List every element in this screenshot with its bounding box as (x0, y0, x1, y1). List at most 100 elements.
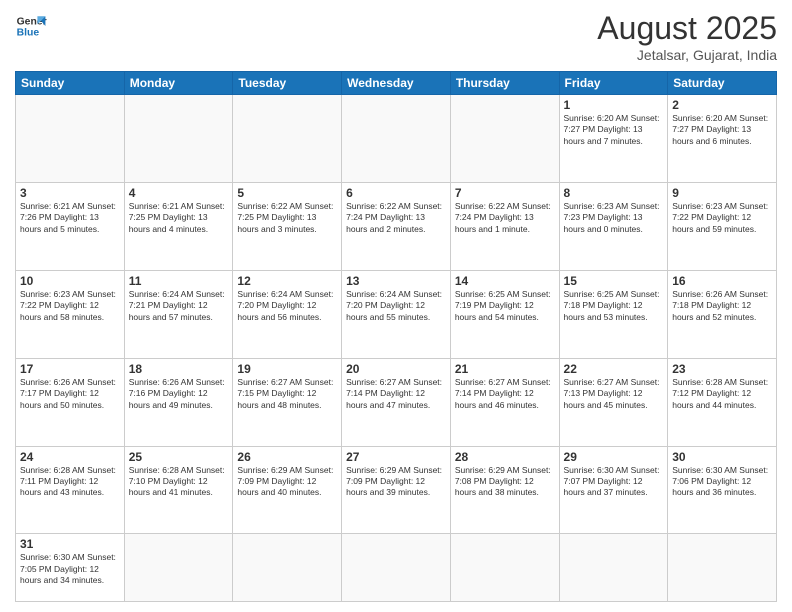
week-row-3: 17Sunrise: 6:26 AM Sunset: 7:17 PM Dayli… (16, 358, 777, 446)
calendar-cell: 12Sunrise: 6:24 AM Sunset: 7:20 PM Dayli… (233, 270, 342, 358)
calendar-cell: 18Sunrise: 6:26 AM Sunset: 7:16 PM Dayli… (124, 358, 233, 446)
day-of-week-friday: Friday (559, 72, 668, 95)
calendar-cell: 13Sunrise: 6:24 AM Sunset: 7:20 PM Dayli… (342, 270, 451, 358)
calendar-cell (16, 95, 125, 183)
day-number: 4 (129, 186, 229, 200)
svg-text:Blue: Blue (17, 28, 40, 39)
day-info: Sunrise: 6:29 AM Sunset: 7:09 PM Dayligh… (346, 465, 446, 499)
day-number: 16 (672, 274, 772, 288)
day-number: 8 (564, 186, 664, 200)
calendar-cell (450, 95, 559, 183)
day-number: 13 (346, 274, 446, 288)
calendar-cell: 27Sunrise: 6:29 AM Sunset: 7:09 PM Dayli… (342, 446, 451, 534)
day-info: Sunrise: 6:25 AM Sunset: 7:19 PM Dayligh… (455, 289, 555, 323)
calendar-cell: 14Sunrise: 6:25 AM Sunset: 7:19 PM Dayli… (450, 270, 559, 358)
calendar-cell: 25Sunrise: 6:28 AM Sunset: 7:10 PM Dayli… (124, 446, 233, 534)
day-of-week-thursday: Thursday (450, 72, 559, 95)
day-info: Sunrise: 6:28 AM Sunset: 7:10 PM Dayligh… (129, 465, 229, 499)
calendar-cell: 9Sunrise: 6:23 AM Sunset: 7:22 PM Daylig… (668, 182, 777, 270)
calendar-cell: 22Sunrise: 6:27 AM Sunset: 7:13 PM Dayli… (559, 358, 668, 446)
day-number: 12 (237, 274, 337, 288)
day-number: 20 (346, 362, 446, 376)
calendar-cell (124, 534, 233, 602)
calendar-cell (559, 534, 668, 602)
day-info: Sunrise: 6:30 AM Sunset: 7:05 PM Dayligh… (20, 552, 120, 586)
week-row-4: 24Sunrise: 6:28 AM Sunset: 7:11 PM Dayli… (16, 446, 777, 534)
day-info: Sunrise: 6:27 AM Sunset: 7:14 PM Dayligh… (455, 377, 555, 411)
calendar-cell: 21Sunrise: 6:27 AM Sunset: 7:14 PM Dayli… (450, 358, 559, 446)
header: General Blue August 2025 Jetalsar, Gujar… (15, 10, 777, 63)
day-info: Sunrise: 6:29 AM Sunset: 7:09 PM Dayligh… (237, 465, 337, 499)
day-info: Sunrise: 6:30 AM Sunset: 7:06 PM Dayligh… (672, 465, 772, 499)
day-info: Sunrise: 6:23 AM Sunset: 7:22 PM Dayligh… (672, 201, 772, 235)
day-number: 2 (672, 98, 772, 112)
day-number: 18 (129, 362, 229, 376)
day-info: Sunrise: 6:26 AM Sunset: 7:16 PM Dayligh… (129, 377, 229, 411)
day-of-week-sunday: Sunday (16, 72, 125, 95)
day-info: Sunrise: 6:20 AM Sunset: 7:27 PM Dayligh… (564, 113, 664, 147)
day-number: 24 (20, 450, 120, 464)
day-info: Sunrise: 6:26 AM Sunset: 7:18 PM Dayligh… (672, 289, 772, 323)
day-number: 15 (564, 274, 664, 288)
day-number: 6 (346, 186, 446, 200)
page: General Blue August 2025 Jetalsar, Gujar… (0, 0, 792, 612)
week-row-5: 31Sunrise: 6:30 AM Sunset: 7:05 PM Dayli… (16, 534, 777, 602)
day-number: 9 (672, 186, 772, 200)
calendar-cell: 11Sunrise: 6:24 AM Sunset: 7:21 PM Dayli… (124, 270, 233, 358)
day-number: 27 (346, 450, 446, 464)
day-number: 7 (455, 186, 555, 200)
day-info: Sunrise: 6:23 AM Sunset: 7:23 PM Dayligh… (564, 201, 664, 235)
day-number: 28 (455, 450, 555, 464)
calendar-cell: 26Sunrise: 6:29 AM Sunset: 7:09 PM Dayli… (233, 446, 342, 534)
calendar-cell: 8Sunrise: 6:23 AM Sunset: 7:23 PM Daylig… (559, 182, 668, 270)
day-of-week-tuesday: Tuesday (233, 72, 342, 95)
day-of-week-wednesday: Wednesday (342, 72, 451, 95)
location-subtitle: Jetalsar, Gujarat, India (597, 47, 777, 63)
day-number: 3 (20, 186, 120, 200)
calendar-cell (450, 534, 559, 602)
day-number: 11 (129, 274, 229, 288)
calendar-cell (233, 534, 342, 602)
day-number: 17 (20, 362, 120, 376)
day-number: 26 (237, 450, 337, 464)
calendar-cell: 3Sunrise: 6:21 AM Sunset: 7:26 PM Daylig… (16, 182, 125, 270)
day-info: Sunrise: 6:24 AM Sunset: 7:20 PM Dayligh… (237, 289, 337, 323)
day-info: Sunrise: 6:27 AM Sunset: 7:13 PM Dayligh… (564, 377, 664, 411)
day-info: Sunrise: 6:24 AM Sunset: 7:20 PM Dayligh… (346, 289, 446, 323)
calendar-cell: 30Sunrise: 6:30 AM Sunset: 7:06 PM Dayli… (668, 446, 777, 534)
calendar-cell: 2Sunrise: 6:20 AM Sunset: 7:27 PM Daylig… (668, 95, 777, 183)
calendar-cell: 4Sunrise: 6:21 AM Sunset: 7:25 PM Daylig… (124, 182, 233, 270)
calendar-cell: 5Sunrise: 6:22 AM Sunset: 7:25 PM Daylig… (233, 182, 342, 270)
day-info: Sunrise: 6:20 AM Sunset: 7:27 PM Dayligh… (672, 113, 772, 147)
calendar-cell: 7Sunrise: 6:22 AM Sunset: 7:24 PM Daylig… (450, 182, 559, 270)
calendar-cell: 16Sunrise: 6:26 AM Sunset: 7:18 PM Dayli… (668, 270, 777, 358)
day-info: Sunrise: 6:28 AM Sunset: 7:11 PM Dayligh… (20, 465, 120, 499)
calendar-cell (342, 534, 451, 602)
day-number: 14 (455, 274, 555, 288)
calendar-cell: 15Sunrise: 6:25 AM Sunset: 7:18 PM Dayli… (559, 270, 668, 358)
day-number: 30 (672, 450, 772, 464)
day-number: 5 (237, 186, 337, 200)
calendar-cell: 29Sunrise: 6:30 AM Sunset: 7:07 PM Dayli… (559, 446, 668, 534)
calendar-cell: 20Sunrise: 6:27 AM Sunset: 7:14 PM Dayli… (342, 358, 451, 446)
month-year-title: August 2025 (597, 10, 777, 47)
calendar-cell (233, 95, 342, 183)
day-info: Sunrise: 6:23 AM Sunset: 7:22 PM Dayligh… (20, 289, 120, 323)
day-info: Sunrise: 6:27 AM Sunset: 7:15 PM Dayligh… (237, 377, 337, 411)
day-info: Sunrise: 6:28 AM Sunset: 7:12 PM Dayligh… (672, 377, 772, 411)
day-info: Sunrise: 6:22 AM Sunset: 7:25 PM Dayligh… (237, 201, 337, 235)
day-number: 10 (20, 274, 120, 288)
day-number: 1 (564, 98, 664, 112)
day-info: Sunrise: 6:24 AM Sunset: 7:21 PM Dayligh… (129, 289, 229, 323)
day-number: 21 (455, 362, 555, 376)
day-info: Sunrise: 6:27 AM Sunset: 7:14 PM Dayligh… (346, 377, 446, 411)
day-number: 19 (237, 362, 337, 376)
day-number: 29 (564, 450, 664, 464)
week-row-1: 3Sunrise: 6:21 AM Sunset: 7:26 PM Daylig… (16, 182, 777, 270)
calendar-cell: 10Sunrise: 6:23 AM Sunset: 7:22 PM Dayli… (16, 270, 125, 358)
day-of-week-monday: Monday (124, 72, 233, 95)
day-info: Sunrise: 6:30 AM Sunset: 7:07 PM Dayligh… (564, 465, 664, 499)
week-row-2: 10Sunrise: 6:23 AM Sunset: 7:22 PM Dayli… (16, 270, 777, 358)
day-info: Sunrise: 6:22 AM Sunset: 7:24 PM Dayligh… (455, 201, 555, 235)
calendar-cell: 23Sunrise: 6:28 AM Sunset: 7:12 PM Dayli… (668, 358, 777, 446)
